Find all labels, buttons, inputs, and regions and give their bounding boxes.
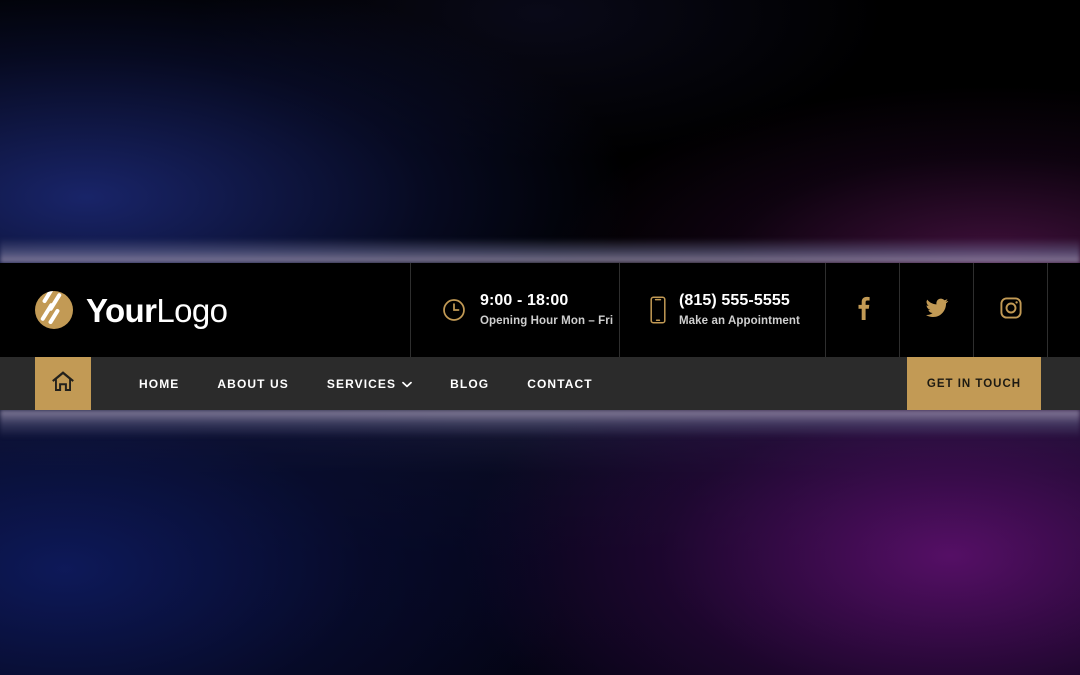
get-in-touch-button[interactable]: GET IN TOUCH [907,357,1041,410]
hero-background-top [0,0,1080,263]
nav-item-blog-label: BLOG [450,376,490,391]
opening-hours-text: 9:00 - 18:00 Opening Hour Mon – Fri [480,291,613,329]
nav-item-home-label: HOME [139,376,180,391]
page-root: YourLogo 9:00 - 18:00 Opening Hour Mon –… [0,0,1080,675]
hero-background-bottom [0,410,1080,675]
social-link-instagram[interactable] [974,263,1048,357]
phone-block[interactable]: (815) 555-5555 Make an Appointment [620,263,826,357]
main-navigation: HOME ABOUT US SERVICES BLOG CONTACT GET … [0,357,1080,410]
nav-item-contact[interactable]: CONTACT [508,377,611,391]
social-link-facebook[interactable] [826,263,900,357]
nav-flexible-gap [612,357,907,410]
social-link-twitter[interactable] [900,263,974,357]
instagram-icon [999,296,1023,325]
clock-icon [441,297,467,323]
get-in-touch-label: GET IN TOUCH [926,377,1022,390]
nav-item-services[interactable]: SERVICES [308,377,431,391]
nav-item-about-us[interactable]: ABOUT US [198,377,307,391]
house-icon [51,370,75,398]
site-header: YourLogo 9:00 - 18:00 Opening Hour Mon –… [0,263,1080,357]
brand-name: YourLogo [86,291,228,329]
nav-item-services-label: SERVICES [326,376,397,391]
hero-glow-bottom [0,410,1080,438]
nav-left-spacer [0,357,35,410]
brand-logo[interactable]: YourLogo [0,263,411,357]
opening-hours-block: 9:00 - 18:00 Opening Hour Mon – Fri [411,263,620,357]
chevron-down-icon [402,377,413,391]
hero-glow-top [0,238,1080,263]
nav-right-spacer [1041,357,1080,410]
brand-name-light: Logo [156,291,228,329]
facebook-icon [852,295,874,326]
phone-text: (815) 555-5555 Make an Appointment [679,291,800,329]
opening-hours-value: 9:00 - 18:00 [480,292,569,310]
social-bar-tail [1048,263,1080,357]
mobile-phone-icon [650,296,666,324]
nav-links: HOME ABOUT US SERVICES BLOG CONTACT [91,357,612,410]
nav-item-home[interactable]: HOME [120,377,198,391]
nav-item-about-us-label: ABOUT US [217,376,289,391]
phone-number: (815) 555-5555 [679,292,790,310]
phone-label: Make an Appointment [679,315,800,328]
nav-item-contact-label: CONTACT [527,376,593,391]
opening-hours-label: Opening Hour Mon – Fri [480,315,614,328]
nav-item-blog[interactable]: BLOG [431,377,508,391]
brand-name-bold: Your [86,291,157,329]
slash-circle-logo-icon [35,291,73,329]
twitter-icon [924,296,950,325]
nav-home-button[interactable] [35,357,91,410]
